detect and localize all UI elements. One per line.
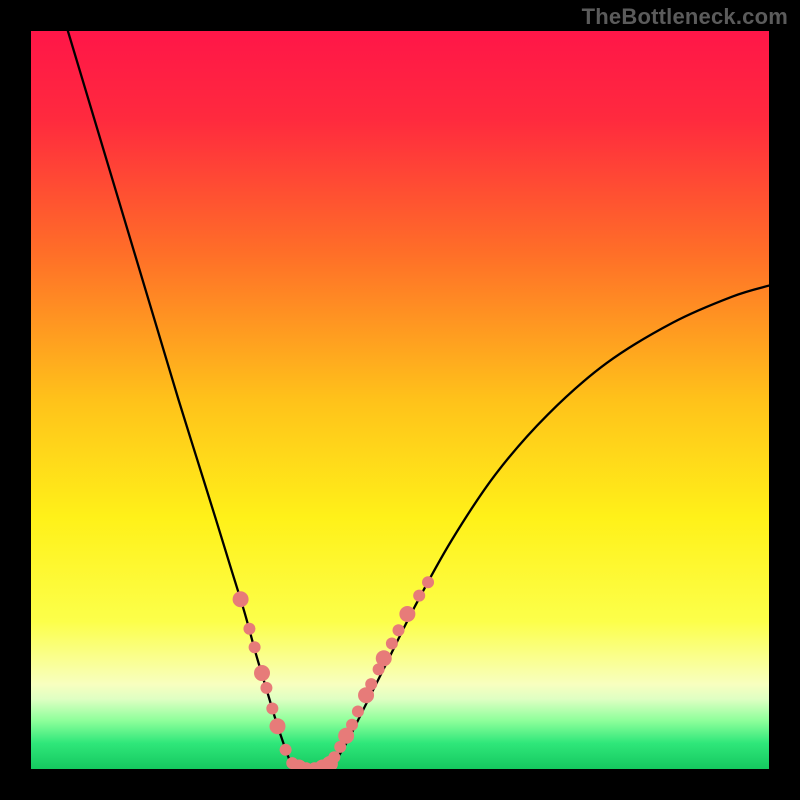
data-point bbox=[280, 744, 292, 756]
data-point bbox=[254, 665, 270, 681]
data-point bbox=[352, 705, 364, 717]
data-point bbox=[233, 591, 249, 607]
data-point bbox=[328, 751, 340, 763]
data-point bbox=[249, 641, 261, 653]
data-point bbox=[260, 682, 272, 694]
plot-background bbox=[31, 31, 769, 769]
bottleneck-chart bbox=[0, 0, 800, 800]
data-point bbox=[365, 678, 377, 690]
data-point bbox=[346, 719, 358, 731]
data-point bbox=[422, 576, 434, 588]
data-point bbox=[399, 606, 415, 622]
watermark-text: TheBottleneck.com bbox=[582, 4, 788, 30]
data-point bbox=[413, 590, 425, 602]
data-point bbox=[243, 623, 255, 635]
data-point bbox=[266, 702, 278, 714]
data-point bbox=[393, 624, 405, 636]
data-point bbox=[386, 638, 398, 650]
chart-stage: TheBottleneck.com bbox=[0, 0, 800, 800]
data-point bbox=[376, 650, 392, 666]
data-point bbox=[269, 718, 285, 734]
